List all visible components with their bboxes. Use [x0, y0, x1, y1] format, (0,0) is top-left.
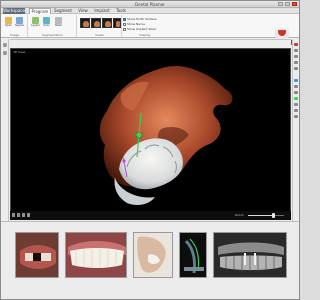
gallery-thumb-panoramic-xray[interactable]	[213, 232, 287, 278]
red-tool-icon[interactable]	[294, 43, 298, 46]
segment-button-label: Segment	[15, 24, 24, 27]
show-implant-shell-checkbox[interactable]: Show Implant Shell	[123, 27, 156, 31]
ribbon-group-views: Views	[78, 15, 122, 37]
minimize-button[interactable]	[278, 2, 283, 6]
view-preset-top-button[interactable]	[102, 18, 112, 28]
window-controls	[278, 2, 297, 6]
select-tool-icon[interactable]	[12, 213, 15, 217]
zoom-slider-thumb[interactable]	[272, 213, 276, 218]
logo-tooth-icon	[275, 28, 289, 38]
implant-tool-icon[interactable]	[294, 97, 298, 100]
open-button[interactable]: Open	[4, 17, 13, 27]
export-tool-icon[interactable]	[294, 109, 298, 112]
gallery-thumb-implant-scan[interactable]	[179, 232, 207, 278]
pan-tool-icon[interactable]	[17, 213, 20, 217]
zoom-slider-fill	[248, 215, 274, 216]
settings-tool-icon[interactable]	[294, 115, 298, 118]
mesh-icon	[55, 17, 62, 24]
ribbon-group-image: Open Segment Image	[2, 15, 28, 37]
checkbox-label: Show Nerve	[127, 22, 145, 26]
application-window: Dental Planner Workspace Program Segment…	[0, 0, 300, 300]
checkbox-label: Show Implant Shell	[127, 27, 156, 31]
layers-button-label: Layers	[31, 24, 40, 27]
segment-icon	[16, 17, 23, 24]
render-skull-profile	[134, 233, 172, 277]
view-preset-side-button[interactable]	[91, 18, 101, 28]
viewport-toolbar: Zoom	[10, 211, 291, 220]
gallery-thumb-smile-after[interactable]	[65, 232, 127, 278]
implant-head	[135, 131, 143, 139]
scan-button[interactable]: Scan	[42, 17, 51, 27]
gallery-thumb-smile-before[interactable]	[15, 232, 59, 278]
folder-icon	[5, 17, 12, 24]
ribbon-group-label: Image	[9, 33, 20, 37]
contrast-tool-icon[interactable]	[294, 91, 298, 94]
ribbon-group-label: Segmentation	[41, 33, 64, 37]
ribbon-toolbar: Open Segment Image Layers Scan Mesh Segm…	[1, 14, 299, 45]
crop-tool-icon[interactable]	[294, 67, 298, 70]
ribbon-group-label: Views	[95, 33, 104, 37]
layers-tool-icon[interactable]	[294, 79, 298, 82]
annotate-tool-icon[interactable]	[294, 61, 298, 64]
photo-smile-after	[66, 233, 126, 277]
checkbox-unchecked-icon	[123, 22, 126, 26]
viewport-header	[10, 39, 291, 48]
maximize-button[interactable]	[285, 2, 290, 6]
right-tool-rail	[292, 39, 299, 221]
ribbon-group-label: Display	[139, 33, 151, 37]
gallery-thumb-3d-skull[interactable]	[133, 232, 173, 278]
image-gallery	[1, 221, 299, 299]
dental-3d-render	[99, 65, 233, 205]
rotate-tool-icon[interactable]	[3, 51, 7, 55]
pointer-tool-icon[interactable]	[3, 43, 7, 47]
ribbon-group-segmentation: Layers Scan Mesh Segmentation	[29, 15, 77, 37]
checkbox-checked-icon	[123, 17, 126, 21]
checkbox-unchecked-icon	[123, 27, 126, 31]
3d-viewport[interactable]: 3D View	[10, 48, 291, 220]
scan-icon	[43, 17, 50, 24]
mesh-button-label: Mesh	[55, 24, 62, 27]
show-nerve-checkbox[interactable]: Show Nerve	[123, 22, 145, 26]
nerve-point	[122, 159, 126, 163]
show-tooth-surface-checkbox[interactable]: Show Tooth Surface	[123, 17, 157, 21]
left-tool-rail	[1, 39, 9, 221]
layers-icon	[32, 17, 39, 24]
zoom-label: Zoom	[235, 213, 244, 217]
tooth-icon	[94, 21, 100, 27]
nerve-tool-icon[interactable]	[294, 103, 298, 106]
scan-implant-crosssection	[180, 233, 206, 277]
close-button[interactable]	[292, 2, 297, 6]
checkbox-label: Show Tooth Surface	[127, 17, 157, 21]
layers-button[interactable]: Layers	[31, 17, 40, 27]
view-preset-bottom-button[interactable]	[113, 18, 121, 28]
zoom-tool-icon[interactable]	[22, 213, 25, 217]
viewport-tools	[12, 213, 30, 217]
xray-panoramic	[214, 233, 286, 277]
scan-button-label: Scan	[43, 24, 50, 27]
viewport-label: 3D View	[13, 50, 26, 54]
tooth-icon	[116, 21, 120, 27]
tooth-icon	[105, 21, 111, 27]
measure-tool-icon[interactable]	[294, 49, 298, 52]
photo-smile-before	[16, 233, 58, 277]
window-title: Dental Planner	[135, 2, 165, 7]
segment-button[interactable]: Segment	[15, 17, 24, 27]
angle-tool-icon[interactable]	[294, 55, 298, 58]
brightness-tool-icon[interactable]	[294, 85, 298, 88]
open-button-label: Open	[5, 24, 12, 27]
title-bar: Dental Planner	[1, 1, 299, 8]
reset-view-icon[interactable]	[27, 213, 30, 217]
zoom-slider[interactable]	[248, 213, 284, 218]
mesh-button[interactable]: Mesh	[54, 17, 63, 27]
view-preset-front-button[interactable]	[80, 18, 90, 28]
tooth-icon	[83, 21, 89, 27]
